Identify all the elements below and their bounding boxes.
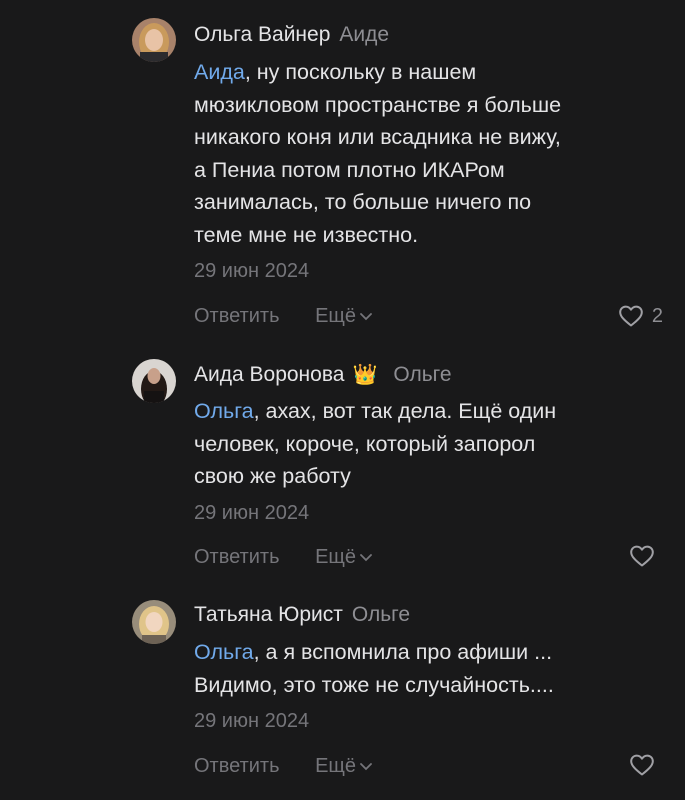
comment-date: 29 июн 2024: [194, 710, 310, 732]
comment-1: Ольга Вайнер Аиде Аида, ну поскольку в на…: [0, 0, 685, 340]
comment-text: Аида, ну поскольку в нашем мюзикловом пр…: [194, 60, 562, 247]
reply-button[interactable]: Ответить: [194, 305, 280, 327]
comment-header: Татьяна Юрист Ольге: [194, 602, 410, 628]
comment-date: 29 июн 2024: [194, 502, 310, 524]
comment-text: Ольга, а я вспомнила про афиши ... Видим…: [194, 640, 554, 697]
mention-link[interactable]: Ольга: [194, 399, 254, 423]
heart-outline-icon: [630, 545, 654, 567]
reply-to[interactable]: Ольге: [352, 603, 410, 626]
author-name[interactable]: Татьяна Юрист: [194, 603, 343, 626]
comment-3: Татьяна Юрист Ольге Ольга, а я вспомнила …: [0, 590, 685, 800]
comment-2: Аида Воронова 👑 Ольге Ольга, ахах, вот так…: [0, 340, 685, 590]
mention-link[interactable]: Аида: [194, 60, 245, 84]
author-name[interactable]: Ольга Вайнер: [194, 23, 330, 46]
comment-header: Ольга Вайнер Аиде: [194, 22, 389, 48]
like-button[interactable]: [629, 544, 663, 568]
chevron-down-icon: [360, 312, 372, 320]
like-button[interactable]: [629, 753, 663, 777]
comment-actions: Ответить Ещё: [194, 755, 372, 778]
heart-outline-icon: [630, 754, 654, 776]
reply-to[interactable]: Ольге: [393, 363, 451, 386]
author-name[interactable]: Аида Воронова: [194, 363, 344, 386]
reply-to[interactable]: Аиде: [339, 23, 389, 46]
more-button[interactable]: Ещё: [315, 546, 372, 568]
mention-link[interactable]: Ольга: [194, 640, 254, 664]
more-button[interactable]: Ещё: [315, 755, 372, 777]
reply-button[interactable]: Ответить: [194, 755, 280, 777]
comment-actions: Ответить Ещё: [194, 305, 372, 328]
comment-actions: Ответить Ещё: [194, 546, 372, 569]
avatar[interactable]: [132, 18, 176, 62]
chevron-down-icon: [360, 762, 372, 770]
comment-text: Ольга, ахах, вот так дела. Ещё один чело…: [194, 399, 557, 488]
comment-header: Аида Воронова 👑 Ольге: [194, 362, 452, 388]
chevron-down-icon: [360, 553, 372, 561]
heart-outline-icon: [619, 305, 643, 327]
crown-icon: 👑: [352, 364, 378, 386]
avatar[interactable]: [132, 359, 176, 403]
like-count: 2: [651, 304, 663, 327]
reply-button[interactable]: Ответить: [194, 546, 280, 568]
comment-date: 29 июн 2024: [194, 260, 310, 282]
like-button[interactable]: 2: [618, 304, 663, 328]
more-button[interactable]: Ещё: [315, 305, 372, 327]
avatar[interactable]: [132, 600, 176, 644]
